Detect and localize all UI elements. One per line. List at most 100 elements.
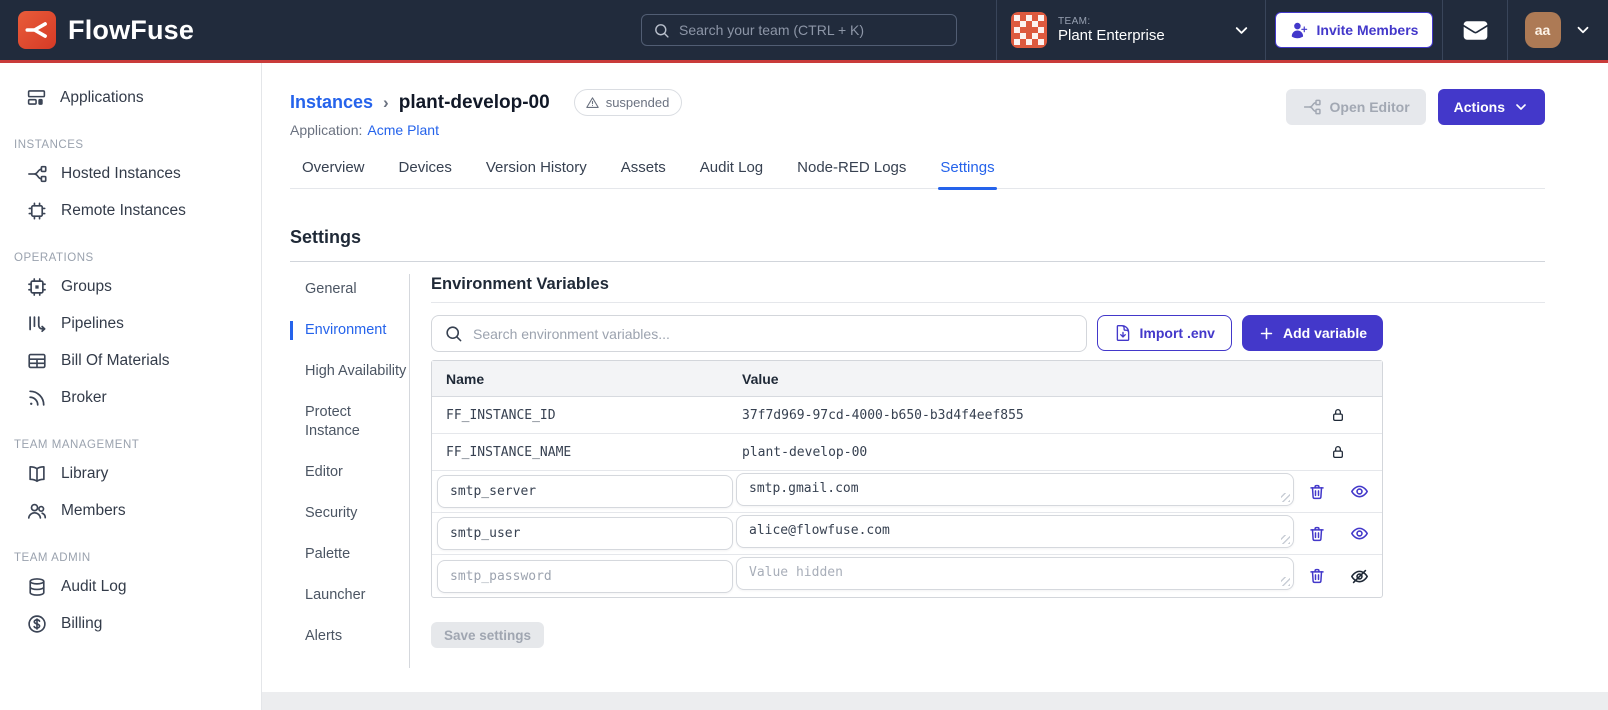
sidebar-item-remote-instances[interactable]: Remote Instances: [0, 192, 261, 229]
avatar[interactable]: aa: [1524, 12, 1561, 48]
chevron-down-icon: [1513, 99, 1529, 115]
sidebar-section-instances: INSTANCES: [14, 139, 84, 151]
env-value-input[interactable]: smtp.gmail.com: [736, 472, 1294, 506]
tab-devices[interactable]: Devices: [397, 159, 454, 188]
sidebar-item-label: Hosted Instances: [61, 164, 181, 182]
settings-divider: [290, 261, 1545, 262]
sidebar-item-label: Remote Instances: [61, 201, 186, 219]
chevron-down-icon: [1574, 21, 1592, 39]
sidebar-section-team-management: TEAM MANAGEMENT: [14, 439, 140, 451]
invite-members-button[interactable]: Invite Members: [1274, 12, 1434, 48]
open-editor-button[interactable]: Open Editor: [1285, 89, 1426, 125]
import-env-label: Import .env: [1139, 325, 1215, 341]
envelope-icon[interactable]: [1462, 17, 1489, 44]
sidebar-item-members[interactable]: Members: [0, 492, 261, 529]
toggle-visibility-button[interactable]: [1350, 567, 1369, 586]
table-row: alice@flowfuse.com: [432, 513, 1382, 555]
pipelines-icon: [26, 313, 48, 335]
application-link[interactable]: Acme Plant: [367, 122, 439, 142]
delete-variable-button[interactable]: [1308, 525, 1326, 543]
team-name: Plant Enterprise: [1058, 27, 1165, 45]
trash-icon: [1308, 483, 1326, 501]
tab-settings[interactable]: Settings: [938, 159, 997, 190]
sidebar: Applications INSTANCES Hosted Instances …: [0, 63, 262, 710]
sidebar-item-broker[interactable]: Broker: [0, 379, 261, 416]
document-download-icon: [1114, 324, 1132, 342]
chip-icon: [26, 200, 48, 222]
breadcrumb-instances-link[interactable]: Instances: [290, 92, 373, 113]
env-value-input[interactable]: alice@flowfuse.com: [736, 514, 1294, 548]
table-header: Name Value: [432, 361, 1382, 397]
tab-node-red-logs[interactable]: Node-RED Logs: [795, 159, 908, 188]
settings-nav-general[interactable]: General: [290, 280, 409, 299]
env-search[interactable]: [431, 315, 1087, 352]
table-row: [432, 555, 1382, 597]
tab-assets[interactable]: Assets: [619, 159, 668, 188]
env-name-input[interactable]: [437, 517, 733, 550]
search-input[interactable]: [679, 22, 945, 38]
brand-name: FlowFuse: [68, 14, 195, 45]
table-grid-icon: [26, 350, 48, 372]
actions-button[interactable]: Actions: [1437, 89, 1545, 125]
env-search-input[interactable]: [473, 325, 1074, 342]
delete-variable-button[interactable]: [1308, 567, 1326, 585]
eye-icon: [1350, 524, 1369, 543]
team-search[interactable]: [641, 14, 957, 46]
sidebar-item-label: Members: [61, 501, 126, 519]
trash-icon: [1308, 567, 1326, 585]
settings-nav-high-availability[interactable]: High Availability: [290, 362, 409, 381]
env-var-value: 37f7d969-97cd-4000-b650-b3d4f4eef855: [742, 407, 1024, 423]
sidebar-item-audit-log[interactable]: Audit Log: [0, 568, 261, 605]
toggle-visibility-button[interactable]: [1350, 482, 1369, 501]
team-text: TEAM: Plant Enterprise: [1058, 16, 1165, 45]
table-row: smtp.gmail.com: [432, 471, 1382, 513]
settings-nav: General Environment High Availability Pr…: [290, 274, 410, 668]
sidebar-section-operations: OPERATIONS: [14, 252, 94, 264]
notifications-segment[interactable]: [1442, 0, 1507, 60]
tab-overview[interactable]: Overview: [300, 159, 367, 188]
delete-variable-button[interactable]: [1308, 483, 1326, 501]
toggle-visibility-button[interactable]: [1350, 524, 1369, 543]
settings-nav-editor[interactable]: Editor: [290, 463, 409, 482]
plus-icon: [1258, 325, 1275, 342]
sidebar-item-bill-of-materials[interactable]: Bill Of Materials: [0, 342, 261, 379]
sidebar-item-library[interactable]: Library: [0, 455, 261, 492]
main-area: Instances › plant-develop-00 suspended A…: [262, 63, 1608, 710]
sidebar-item-hosted-instances[interactable]: Hosted Instances: [0, 155, 261, 192]
sidebar-item-label: Bill Of Materials: [61, 351, 170, 369]
add-variable-button[interactable]: Add variable: [1241, 315, 1383, 351]
panel-title: Environment Variables: [431, 274, 1545, 303]
settings-nav-palette[interactable]: Palette: [290, 545, 409, 564]
sidebar-item-label: Library: [61, 464, 109, 482]
brand[interactable]: FlowFuse: [0, 11, 194, 49]
sidebar-item-groups[interactable]: Groups: [0, 268, 261, 305]
env-value-input[interactable]: [736, 557, 1294, 590]
tab-audit-log[interactable]: Audit Log: [698, 159, 765, 188]
team-selector[interactable]: TEAM: Plant Enterprise: [996, 0, 1265, 60]
import-env-button[interactable]: Import .env: [1096, 315, 1232, 351]
tab-version-history[interactable]: Version History: [484, 159, 589, 188]
user-menu[interactable]: aa: [1507, 0, 1608, 60]
settings-nav-environment[interactable]: Environment: [290, 321, 409, 340]
page-title: Settings: [290, 227, 362, 247]
save-settings-button[interactable]: Save settings: [431, 622, 545, 648]
users-icon: [26, 500, 48, 522]
invite-segment: Invite Members: [1265, 0, 1442, 60]
invite-members-label: Invite Members: [1316, 22, 1419, 38]
rss-icon: [26, 387, 48, 409]
settings-nav-security[interactable]: Security: [290, 504, 409, 523]
instance-header: Instances › plant-develop-00 suspended A…: [290, 63, 1545, 142]
sidebar-item-pipelines[interactable]: Pipelines: [0, 305, 261, 342]
sidebar-item-applications[interactable]: Applications: [0, 79, 261, 116]
add-variable-label: Add variable: [1282, 325, 1367, 341]
sidebar-item-label: Audit Log: [61, 577, 127, 595]
sidebar-item-billing[interactable]: Billing: [0, 605, 261, 642]
settings-nav-alerts[interactable]: Alerts: [290, 627, 409, 646]
settings-nav-protect-instance[interactable]: Protect Instance: [290, 403, 409, 441]
eye-off-icon: [1350, 567, 1369, 586]
fork-icon: [26, 163, 48, 185]
settings-nav-launcher[interactable]: Launcher: [290, 586, 409, 605]
env-name-input[interactable]: [437, 559, 733, 593]
env-name-input[interactable]: [437, 475, 733, 508]
sidebar-item-label: Applications: [60, 88, 144, 106]
